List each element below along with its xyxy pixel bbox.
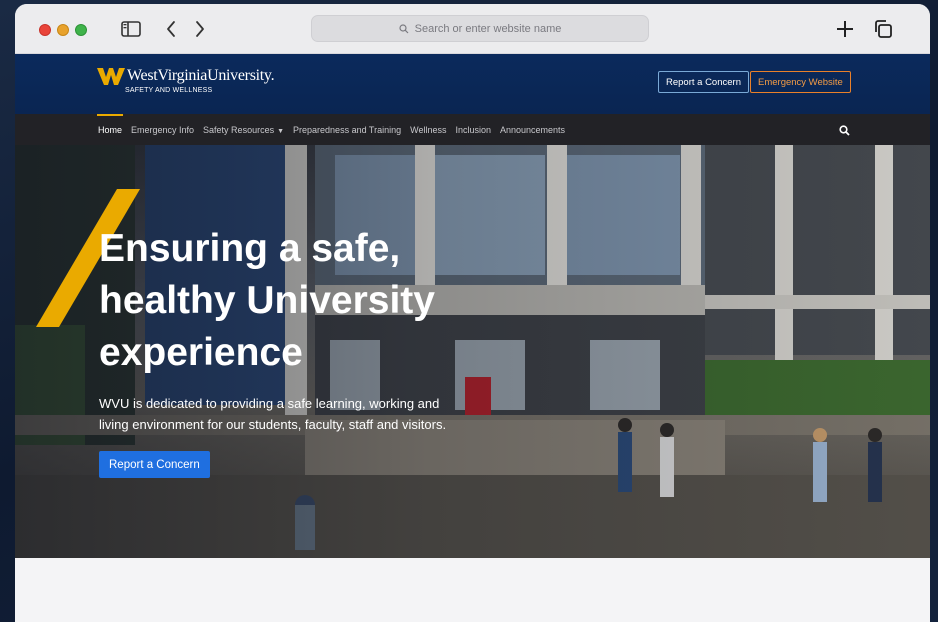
nav-item-safety-resources[interactable]: Safety Resources ▼ [203,125,284,135]
hero-banner: Ensuring a safe, healthy University expe… [15,145,930,558]
new-tab-icon[interactable] [833,17,857,41]
nav-item-safety-resources-label: Safety Resources [203,124,275,135]
address-bar[interactable]: Search or enter website name [311,15,649,42]
nav-item-home[interactable]: Home [96,113,124,135]
nav-item-preparedness[interactable]: Preparedness and Training [293,125,401,135]
address-placeholder: Search or enter website name [414,22,562,35]
browser-window: Search or enter website name WestVirgini… [15,4,930,622]
back-icon[interactable] [159,17,183,41]
nav-item-announcements[interactable]: Announcements [500,125,565,135]
emergency-website-button[interactable]: Emergency Website [750,71,851,93]
main-nav: Home Emergency Info Safety Resources ▼ Pr… [15,113,930,145]
forward-icon[interactable] [188,17,212,41]
department-name: SAFETY AND WELLNESS [125,87,213,94]
browser-toolbar: Search or enter website name [15,4,930,54]
sidebar-toggle-icon[interactable] [119,17,143,41]
report-concern-header-button[interactable]: Report a Concern [658,71,749,93]
report-concern-hero-button[interactable]: Report a Concern [99,451,210,478]
nav-item-wellness[interactable]: Wellness [410,125,446,135]
nav-item-emergency-info[interactable]: Emergency Info [131,125,194,135]
nav-item-inclusion[interactable]: Inclusion [455,125,491,135]
webpage: WestVirginiaUniversity. SAFETY AND WELLN… [15,54,930,622]
site-header: WestVirginiaUniversity. SAFETY AND WELLN… [15,54,930,114]
nav-search-icon[interactable] [839,123,850,141]
search-icon [399,23,409,33]
flying-wv-icon [97,68,125,85]
university-name: WestVirginiaUniversity. [127,67,275,84]
tab-overview-icon[interactable] [871,17,895,41]
page-content-area [15,558,930,622]
wvu-logo[interactable]: WestVirginiaUniversity. SAFETY AND WELLN… [97,66,275,94]
hero-description: WVU is dedicated to providing a safe lea… [99,396,447,432]
close-window-button[interactable] [39,24,51,36]
zoom-window-button[interactable] [75,24,87,36]
hero-title: Ensuring a safe, healthy University expe… [99,227,435,374]
caret-down-icon: ▼ [277,127,285,135]
minimize-window-button[interactable] [57,24,69,36]
